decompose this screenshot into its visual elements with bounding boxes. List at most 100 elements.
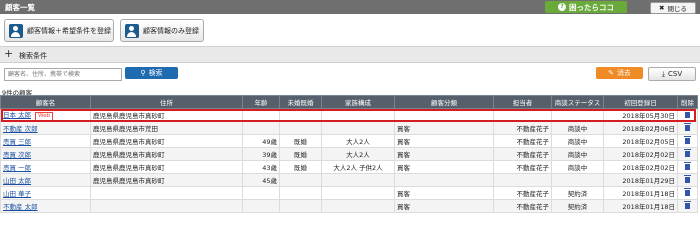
trash-icon[interactable]	[684, 110, 691, 118]
cell-category: 買客	[394, 160, 494, 174]
close-button[interactable]: ✖ 閉じる	[650, 2, 696, 14]
cell-delete	[677, 134, 698, 148]
cell-marital	[279, 199, 322, 213]
trash-icon[interactable]	[684, 201, 691, 209]
trash-icon[interactable]	[684, 123, 691, 131]
cell-delete	[677, 121, 698, 135]
register-customer-only-button[interactable]: 顧客情報のみ登録	[120, 19, 204, 42]
cell-family	[321, 186, 395, 200]
search-button-label: 検索	[148, 69, 163, 77]
cell-date: 2018年02月06日	[603, 121, 678, 135]
header-delete: 削除	[677, 95, 698, 109]
cell-marital	[279, 186, 322, 200]
help-button[interactable]: ? 困ったらココ	[545, 1, 627, 13]
csv-button-label: CSV	[667, 70, 683, 78]
cell-status: 契約済	[551, 186, 604, 200]
cell-delete	[677, 160, 698, 174]
cell-name: 不動産 太郎	[0, 199, 91, 213]
table-row[interactable]: 不動産 次郎 鹿児島県鹿児島市荒田 買客 不動産花子 商談中 2018年02月06日	[0, 121, 698, 135]
table-row[interactable]: 日本 太郎 Web 鹿児島県鹿児島市真砂町 2018年05月30日	[0, 108, 698, 122]
close-label: 閉じる	[667, 5, 687, 13]
customer-name-link[interactable]: 日本 太郎	[3, 111, 31, 119]
cell-family: 大人2人 子供2人	[321, 160, 395, 174]
clear-button[interactable]: ✎ 消去	[596, 67, 643, 79]
cell-address: 鹿児島県鹿児島市真砂町	[90, 108, 243, 122]
table-row[interactable]: 売買 三郎 鹿児島県鹿児島市真砂町 49歳 既婚 大人2人 買客 不動産花子 商談中 2018年…	[0, 134, 698, 148]
header-staff[interactable]: 担当者	[493, 95, 552, 109]
trash-icon[interactable]	[684, 136, 691, 144]
customer-name-link[interactable]: 山田 華子	[3, 190, 31, 198]
cell-name: 日本 太郎 Web	[0, 108, 91, 122]
cell-marital	[279, 121, 322, 135]
cell-age	[242, 121, 280, 135]
header-category[interactable]: 顧客分類	[394, 95, 494, 109]
cell-name: 不動産 次郎	[0, 121, 91, 135]
trash-icon[interactable]	[684, 175, 691, 183]
cell-date: 2018年02月02日	[603, 160, 678, 174]
help-label: 困ったらココ	[569, 2, 614, 12]
cell-delete	[677, 173, 698, 187]
customer-name-link[interactable]: 売買 三郎	[3, 138, 31, 146]
table-row[interactable]: 売買 次郎 鹿児島県鹿児島市真砂町 39歳 既婚 大人2人 買客 不動産花子 商談中 2018年…	[0, 147, 698, 161]
register-only-label: 顧客情報のみ登録	[143, 26, 199, 35]
customer-name-link[interactable]: 不動産 次郎	[3, 125, 38, 133]
customer-table: 顧客名 住所 年齢 未婚既婚 家族構成 顧客分類 担当者 商談ステータス 初回登…	[0, 95, 698, 213]
register-customer-with-conditions-button[interactable]: 顧客情報＋希望条件を登録	[4, 19, 114, 42]
cell-marital: 既婚	[279, 147, 322, 161]
cell-date: 2018年02月05日	[603, 134, 678, 148]
table-row[interactable]: 山田 太郎 鹿児島県鹿児島市真砂町 45歳 2018年01月29日	[0, 173, 698, 187]
cell-category: 買客	[394, 147, 494, 161]
cell-delete	[677, 199, 698, 213]
cell-name: 売買 三郎	[0, 134, 91, 148]
window-title: 顧客一覧	[5, 3, 35, 12]
cell-date: 2018年01月18日	[603, 199, 678, 213]
customer-name-link[interactable]: 売買 次郎	[3, 151, 31, 159]
cell-staff: 不動産花子	[493, 121, 552, 135]
cell-address: 鹿児島県鹿児島市荒田	[90, 121, 243, 135]
header-status[interactable]: 商談ステータス	[551, 95, 604, 109]
cell-family: 大人2人	[321, 134, 395, 148]
header-name[interactable]: 顧客名	[0, 95, 91, 109]
cell-address: 鹿児島県鹿児島市真砂町	[90, 134, 243, 148]
search-input[interactable]	[4, 68, 122, 81]
cell-marital	[279, 173, 322, 187]
table-row[interactable]: 山田 華子 買客 不動産花子 契約済 2018年01月18日	[0, 186, 698, 200]
table-row[interactable]: 売買 一郎 鹿児島県鹿児島市真砂町 43歳 既婚 大人2人 子供2人 買客 不動産花子 商談中…	[0, 160, 698, 174]
header-age[interactable]: 年齢	[242, 95, 280, 109]
customer-name-link[interactable]: 不動産 太郎	[3, 203, 38, 211]
table-row[interactable]: 不動産 太郎 買客 不動産花子 契約済 2018年01月18日	[0, 199, 698, 213]
cell-staff: 不動産花子	[493, 160, 552, 174]
cell-age: 45歳	[242, 173, 280, 187]
close-icon: ✖	[659, 4, 665, 12]
cell-name: 売買 一郎	[0, 160, 91, 174]
cell-date: 2018年01月18日	[603, 186, 678, 200]
search-conditions-toggle[interactable]: + 検索条件	[0, 46, 700, 63]
cell-family	[321, 121, 395, 135]
table-header-row: 顧客名 住所 年齢 未婚既婚 家族構成 顧客分類 担当者 商談ステータス 初回登…	[0, 95, 698, 109]
cell-staff: 不動産花子	[493, 134, 552, 148]
header-family[interactable]: 家族構成	[321, 95, 395, 109]
customer-name-link[interactable]: 売買 一郎	[3, 164, 31, 172]
trash-icon[interactable]	[684, 162, 691, 170]
cell-staff: 不動産花子	[493, 147, 552, 161]
cell-marital	[279, 108, 322, 122]
csv-download-button[interactable]: ⤓ CSV	[648, 67, 696, 81]
cell-staff: 不動産花子	[493, 186, 552, 200]
trash-icon[interactable]	[684, 188, 691, 196]
header-address[interactable]: 住所	[90, 95, 243, 109]
cell-address	[90, 199, 243, 213]
trash-icon[interactable]	[684, 149, 691, 157]
header-date[interactable]: 初回登録日	[603, 95, 678, 109]
web-badge: Web	[35, 112, 54, 121]
customer-name-link[interactable]: 山田 太郎	[3, 177, 31, 185]
cell-family	[321, 199, 395, 213]
cell-marital: 既婚	[279, 160, 322, 174]
header-marital[interactable]: 未婚既婚	[279, 95, 322, 109]
search-button[interactable]: ⚲ 検索	[125, 67, 178, 79]
cell-status: 商談中	[551, 147, 604, 161]
cell-category: 買客	[394, 134, 494, 148]
cell-category	[394, 173, 494, 187]
cell-status: 商談中	[551, 134, 604, 148]
plus-icon: +	[4, 47, 14, 60]
cell-name: 山田 太郎	[0, 173, 91, 187]
